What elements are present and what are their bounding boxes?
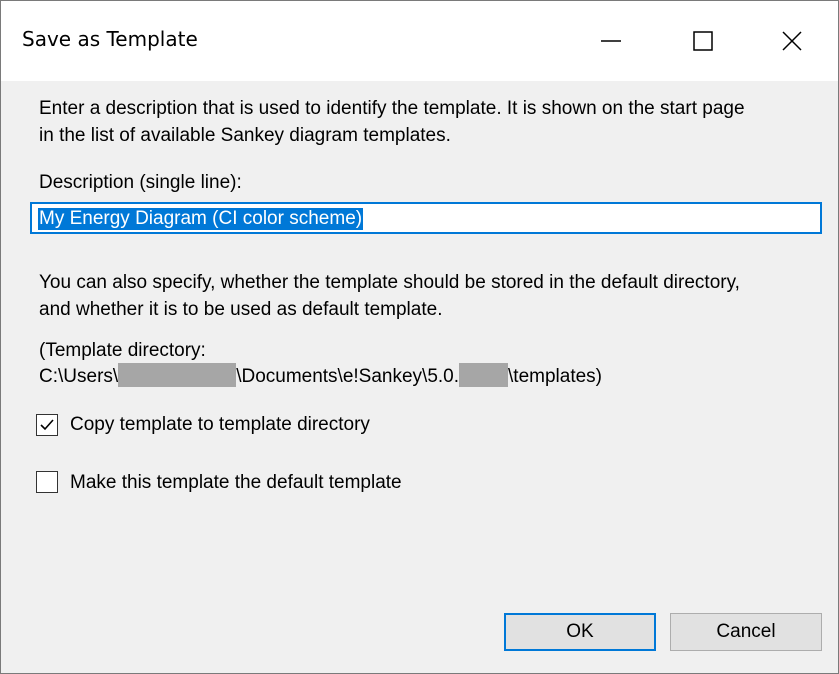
minimize-icon: [601, 40, 621, 42]
copy-template-label[interactable]: Copy template to template directory: [70, 411, 370, 438]
minimize-button[interactable]: [565, 1, 657, 81]
maximize-icon: [693, 31, 713, 51]
dialog-title: Save as Template: [22, 27, 198, 51]
dialog-content: Enter a description that is used to iden…: [1, 81, 838, 673]
maximize-button[interactable]: [657, 1, 749, 81]
description-label: Description (single line):: [39, 172, 242, 193]
template-directory-path: C:\Users\ \Documents\e!Sankey\5.0. \templa…: [39, 363, 602, 390]
description-selected-text: My Energy Diagram (CI color scheme): [38, 208, 364, 230]
copy-template-checkbox[interactable]: [36, 414, 58, 436]
cancel-button[interactable]: Cancel: [670, 613, 822, 651]
template-directory-label: (Template directory:: [39, 340, 206, 361]
checkmark-icon: [40, 419, 54, 431]
path-segment-templates: \templates): [508, 366, 603, 387]
ok-button[interactable]: OK: [504, 613, 656, 651]
description-input[interactable]: My Energy Diagram (CI color scheme): [30, 202, 822, 234]
redacted-username: [118, 363, 237, 387]
close-icon: [782, 31, 802, 51]
path-segment-documents: \Documents\e!Sankey\5.0.: [236, 366, 460, 387]
path-segment-users: C:\Users\: [39, 366, 119, 387]
intro-text-line-2: in the list of available Sankey diagram …: [39, 125, 451, 146]
info-text-line-1: You can also specify, whether the templa…: [39, 272, 740, 293]
redacted-version: [459, 363, 509, 387]
close-button[interactable]: [746, 1, 838, 81]
save-as-template-dialog: Save as Template Enter a description tha…: [0, 0, 839, 674]
default-template-label[interactable]: Make this template the default template: [70, 469, 402, 496]
intro-text-line-1: Enter a description that is used to iden…: [39, 98, 745, 119]
info-text-line-2: and whether it is to be used as default …: [39, 299, 443, 320]
title-bar[interactable]: Save as Template: [1, 1, 838, 81]
default-template-checkbox[interactable]: [36, 471, 58, 493]
